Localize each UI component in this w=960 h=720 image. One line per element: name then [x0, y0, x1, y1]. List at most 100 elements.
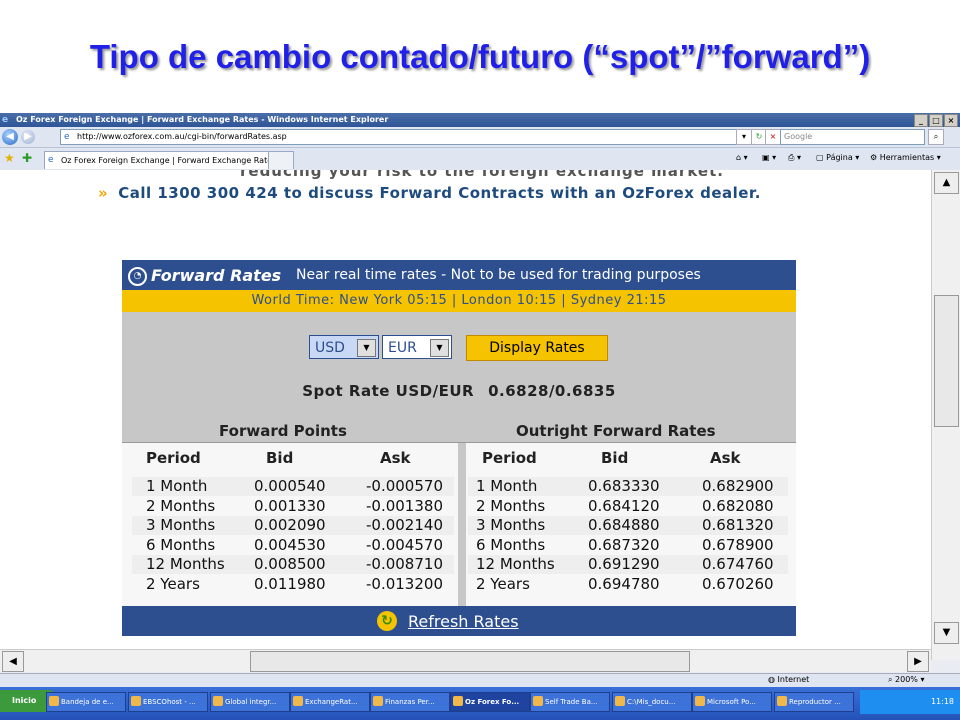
cell-bid: 0.683330 [588, 477, 660, 495]
page-viewport: reducing your risk to the foreign exchan… [0, 170, 931, 660]
display-rates-button[interactable]: Display Rates [466, 335, 608, 361]
taskbar-item[interactable]: ExchangeRat... [290, 692, 370, 712]
vertical-scrollbar[interactable]: ▲ ▼ [931, 170, 960, 660]
new-tab-button[interactable] [268, 151, 294, 169]
currency-selectors: USD ▼ EUR ▼ [309, 335, 452, 361]
minimize-button[interactable]: _ [914, 114, 928, 127]
fp-col-period: Period [146, 449, 201, 467]
from-currency-select[interactable]: USD ▼ [309, 335, 379, 359]
double-arrow-icon: » [98, 184, 109, 202]
taskbar-item[interactable]: EBSCOhost - ... [128, 692, 208, 712]
back-icon[interactable]: ◀ [2, 129, 18, 145]
window-title: Oz Forex Foreign Exchange | Forward Exch… [16, 115, 389, 124]
app-icon [533, 696, 543, 706]
horizontal-scrollbar[interactable]: ◀ ▶ [0, 649, 931, 672]
widget-logo: ◔ Forward Rates [128, 266, 281, 286]
taskbar-item[interactable]: Microsoft Po... [692, 692, 772, 712]
app-icon [695, 696, 705, 706]
table-row: 6 Months 0.004530 -0.004570 [132, 536, 454, 555]
cell-ask: -0.008710 [366, 555, 443, 573]
cell-period: 3 Months [476, 516, 546, 534]
cutoff-text: reducing your risk to the foreign exchan… [240, 170, 724, 180]
stop-icon[interactable]: × [765, 129, 781, 145]
cell-ask: -0.000570 [366, 477, 443, 495]
cell-ask: -0.001380 [366, 496, 443, 515]
cell-bid: 0.008500 [254, 555, 326, 573]
scroll-left-icon[interactable]: ◀ [2, 651, 24, 672]
page-icon: e [48, 155, 54, 165]
to-currency-value: EUR [388, 340, 417, 356]
zoom-level[interactable]: ⌕ 200% ▾ [888, 675, 924, 685]
page-icon: e [64, 132, 70, 142]
add-favorite-icon[interactable]: ✚ [22, 151, 32, 165]
table-separator [458, 443, 466, 607]
tools-menu[interactable]: ⚙ Herramientas ▾ [870, 153, 941, 162]
cell-ask: 0.670260 [702, 574, 774, 593]
print-icon[interactable]: ⎙ ▾ [788, 153, 801, 163]
taskbar-item-label: Finanzas Per... [385, 698, 435, 706]
refresh-rates-link[interactable]: Refresh Rates [408, 612, 519, 631]
scroll-up-icon[interactable]: ▲ [934, 172, 959, 194]
close-button[interactable]: × [944, 114, 958, 127]
taskbar-item[interactable]: C:\Mis_docu... [612, 692, 692, 712]
refresh-icon[interactable]: ↻ [377, 611, 397, 631]
search-input[interactable]: Google [780, 129, 925, 145]
taskbar-item[interactable]: Reproductor ... [774, 692, 854, 712]
page-menu[interactable]: ▢ Página ▾ [816, 153, 859, 162]
cell-ask: 0.681320 [702, 516, 774, 534]
call-text: Call 1300 300 424 to discuss Forward Con… [118, 184, 761, 202]
cell-bid: 0.684880 [588, 516, 660, 534]
app-icon [777, 696, 787, 706]
tab-title: Oz Forex Foreign Exchange | Forward Exch… [61, 156, 277, 165]
taskbar-item-label: EBSCOhost - ... [143, 698, 196, 706]
page-menu-label: Página [826, 153, 853, 162]
window-controls: _ □ × [914, 114, 958, 127]
cell-ask: 0.682900 [702, 477, 774, 495]
address-bar: ◀ ▶ e http://www.ozforex.com.au/cgi-bin/f… [0, 127, 960, 148]
outright-title: Outright Forward Rates [516, 422, 716, 440]
status-bar: ◍ Internet ⌕ 200% ▾ [0, 673, 960, 688]
url-dropdown-icon[interactable]: ▾ [736, 129, 752, 145]
scroll-down-icon[interactable]: ▼ [934, 622, 959, 644]
taskbar-item[interactable]: Oz Forex Fo... [450, 692, 530, 712]
scroll-right-icon[interactable]: ▶ [907, 651, 929, 672]
world-time: World Time: New York 05:15 | London 10:1… [122, 290, 796, 312]
home-icon[interactable]: ⌂ ▾ [736, 153, 748, 162]
taskbar-item-label: Self Trade Ba... [545, 698, 598, 706]
taskbar-item[interactable]: Self Trade Ba... [530, 692, 610, 712]
cell-bid: 0.694780 [588, 574, 660, 593]
taskbar-item[interactable]: Global integr... [210, 692, 290, 712]
horizontal-scroll-thumb[interactable] [250, 651, 690, 672]
app-icon [213, 696, 223, 706]
maximize-button[interactable]: □ [929, 114, 943, 127]
cell-bid: 0.002090 [254, 516, 326, 534]
chevron-down-icon[interactable]: ▼ [430, 339, 449, 357]
search-icon[interactable]: ⌕ [928, 129, 944, 145]
taskbar-item[interactable]: Bandeja de e... [46, 692, 126, 712]
chevron-down-icon[interactable]: ▼ [357, 339, 376, 357]
cell-bid: 0.004530 [254, 535, 326, 554]
cell-bid: 0.000540 [254, 477, 326, 495]
table-row: 3 Months 0.002090 -0.002140 [132, 516, 454, 535]
tab-ozforex[interactable]: e Oz Forex Foreign Exchange | Forward Exc… [44, 151, 282, 169]
from-currency-value: USD [315, 340, 345, 356]
favorites-star-icon[interactable]: ★ [4, 151, 15, 165]
taskbar-item-label: C:\Mis_docu... [627, 698, 676, 706]
to-currency-select[interactable]: EUR ▼ [382, 335, 452, 359]
tools-menu-label: Herramientas [879, 153, 935, 162]
cell-period: 2 Years [476, 574, 530, 593]
taskbar-item-label: Global integr... [225, 698, 277, 706]
vertical-scroll-thumb[interactable] [934, 295, 959, 427]
app-icon [131, 696, 141, 706]
taskbar: Inicio Bandeja de e... EBSCOhost - ... Glo… [0, 687, 960, 720]
magnifier-icon: ⌕ [888, 675, 893, 684]
forward-icon[interactable]: ▶ [21, 130, 35, 144]
app-icon [453, 696, 463, 706]
feeds-icon[interactable]: ▣ ▾ [762, 153, 776, 162]
out-col-ask: Ask [710, 449, 741, 467]
url-input[interactable]: e http://www.ozforex.com.au/cgi-bin/forwa… [60, 129, 746, 145]
rates-tables: Period Bid Ask Period Bid Ask 1 Month 0.0… [122, 442, 796, 607]
url-text: http://www.ozforex.com.au/cgi-bin/forwar… [77, 132, 287, 141]
taskbar-item-label: Oz Forex Fo... [465, 698, 520, 706]
taskbar-item[interactable]: Finanzas Per... [370, 692, 450, 712]
